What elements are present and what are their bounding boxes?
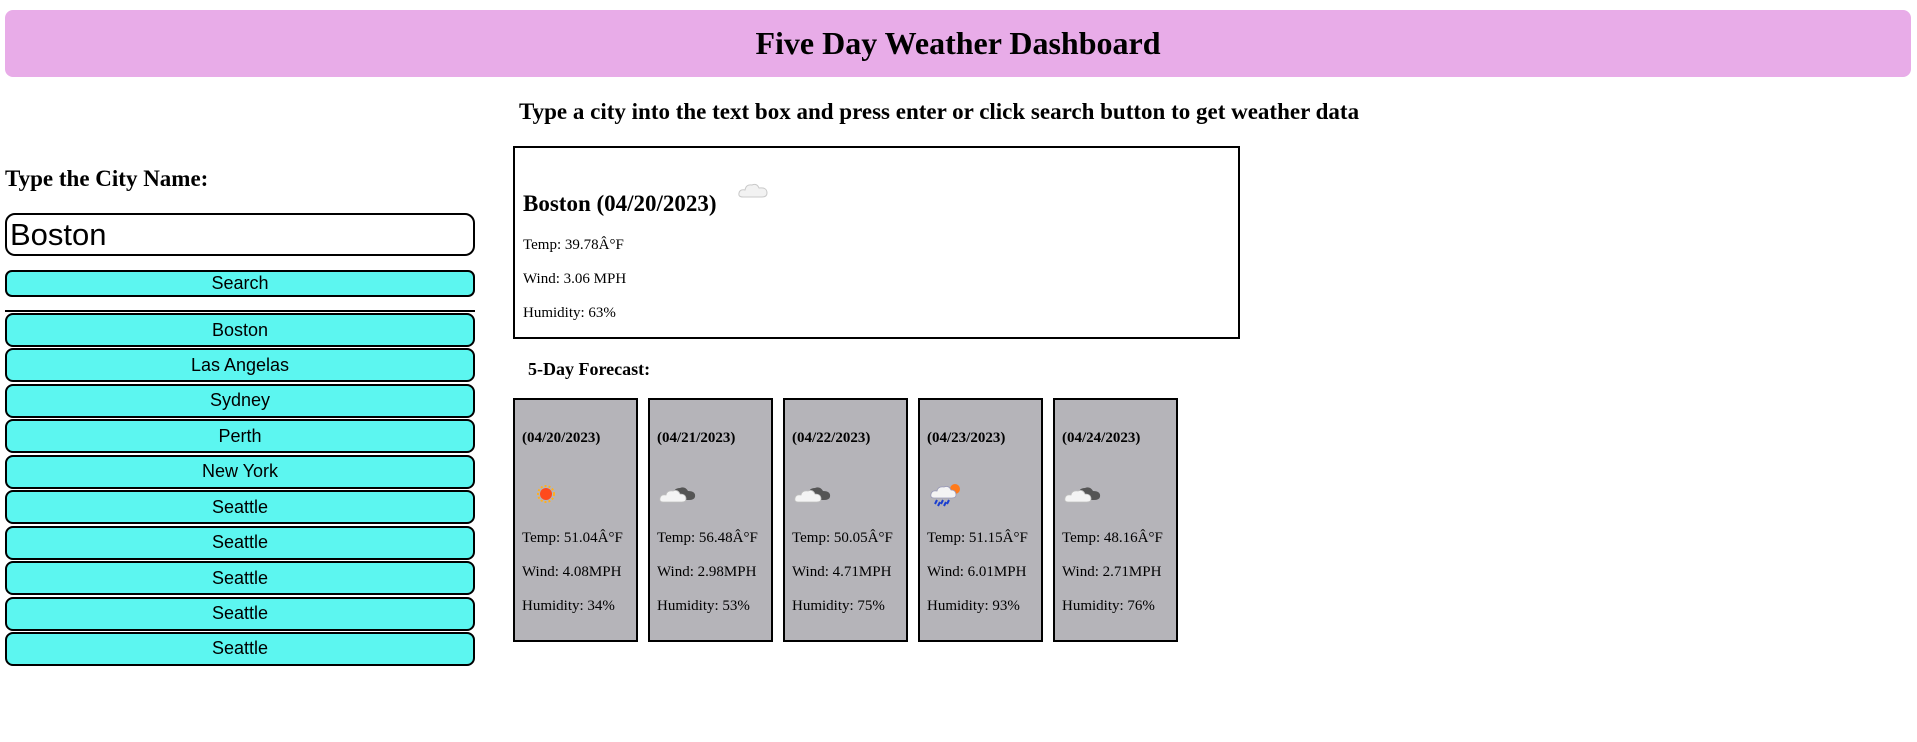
history-city-button[interactable]: New York	[5, 454, 475, 489]
city-search-input[interactable]	[5, 213, 475, 256]
current-wind: Wind: 3.06 MPH	[523, 271, 627, 287]
forecast-temp: Temp: 51.15Â°F	[927, 530, 1028, 546]
forecast-card: (04/21/2023) Temp: 56.48Â°F Wind: 2.98MP…	[648, 398, 773, 642]
forecast-date: (04/20/2023)	[522, 430, 601, 446]
forecast-wind: Wind: 4.71MPH	[792, 564, 892, 580]
forecast-wind: Wind: 2.71MPH	[1062, 564, 1162, 580]
forecast-humidity: Humidity: 53%	[657, 598, 750, 614]
sun-icon	[537, 485, 555, 503]
forecast-humidity: Humidity: 93%	[927, 598, 1020, 614]
history-city-button[interactable]: Seattle	[5, 490, 475, 525]
history-city-button[interactable]: Seattle	[5, 525, 475, 560]
page-title: Five Day Weather Dashboard	[755, 25, 1161, 61]
forecast-wind: Wind: 2.98MPH	[657, 564, 757, 580]
instructions-text: Type a city into the text box and press …	[519, 99, 1360, 124]
search-button[interactable]: Search	[5, 270, 475, 297]
history-city-button[interactable]: Seattle	[5, 561, 475, 596]
forecast-date: (04/21/2023)	[657, 430, 736, 446]
history-city-button[interactable]: Boston	[5, 313, 475, 347]
forecast-heading: 5-Day Forecast:	[528, 359, 651, 379]
current-city-title: Boston (04/20/2023)	[523, 191, 717, 216]
history-city-button[interactable]: Las Angelas	[5, 348, 475, 383]
forecast-humidity: Humidity: 76%	[1062, 598, 1155, 614]
current-temp: Temp: 39.78Â°F	[523, 237, 624, 253]
cloudy-icon	[659, 487, 696, 503]
forecast-humidity: Humidity: 75%	[792, 598, 885, 614]
history-city-button[interactable]: Seattle	[5, 631, 475, 666]
forecast-wind: Wind: 4.08MPH	[522, 564, 622, 580]
cloud-icon	[738, 183, 768, 198]
history-city-button[interactable]: Sydney	[5, 383, 475, 418]
current-humidity: Humidity: 63%	[523, 305, 616, 321]
current-weather-card: Boston (04/20/2023) Temp: 39.78Â°F Wind:…	[513, 146, 1240, 339]
forecast-date: (04/24/2023)	[1062, 430, 1141, 446]
forecast-date: (04/22/2023)	[792, 430, 871, 446]
forecast-card: (04/24/2023) Temp: 48.16Â°F Wind: 2.71MP…	[1053, 398, 1178, 642]
city-name-label: Type the City Name:	[5, 166, 209, 191]
forecast-wind: Wind: 6.01MPH	[927, 564, 1027, 580]
page-header: Five Day Weather Dashboard	[5, 10, 1911, 77]
forecast-temp: Temp: 48.16Â°F	[1062, 530, 1163, 546]
history-city-button[interactable]: Seattle	[5, 596, 475, 631]
rain-sun-icon	[930, 484, 960, 507]
forecast-temp: Temp: 50.05Â°F	[792, 530, 893, 546]
cloudy-icon	[1064, 487, 1101, 503]
cloudy-icon	[794, 487, 831, 503]
forecast-date: (04/23/2023)	[927, 430, 1006, 446]
forecast-card: (04/22/2023) Temp: 50.05Â°F Wind: 4.71MP…	[783, 398, 908, 642]
divider	[5, 310, 475, 312]
forecast-humidity: Humidity: 34%	[522, 598, 615, 614]
forecast-card: (04/20/2023) Temp: 51.04Â°F Wind: 4.08MP…	[513, 398, 638, 642]
history-city-button[interactable]: Perth	[5, 419, 475, 454]
search-history-list: Boston Las Angelas Sydney Perth New York…	[5, 313, 475, 667]
forecast-temp: Temp: 51.04Â°F	[522, 530, 623, 546]
forecast-temp: Temp: 56.48Â°F	[657, 530, 758, 546]
forecast-card: (04/23/2023) Temp: 51.15Â°F Wind: 6.01MP…	[918, 398, 1043, 642]
